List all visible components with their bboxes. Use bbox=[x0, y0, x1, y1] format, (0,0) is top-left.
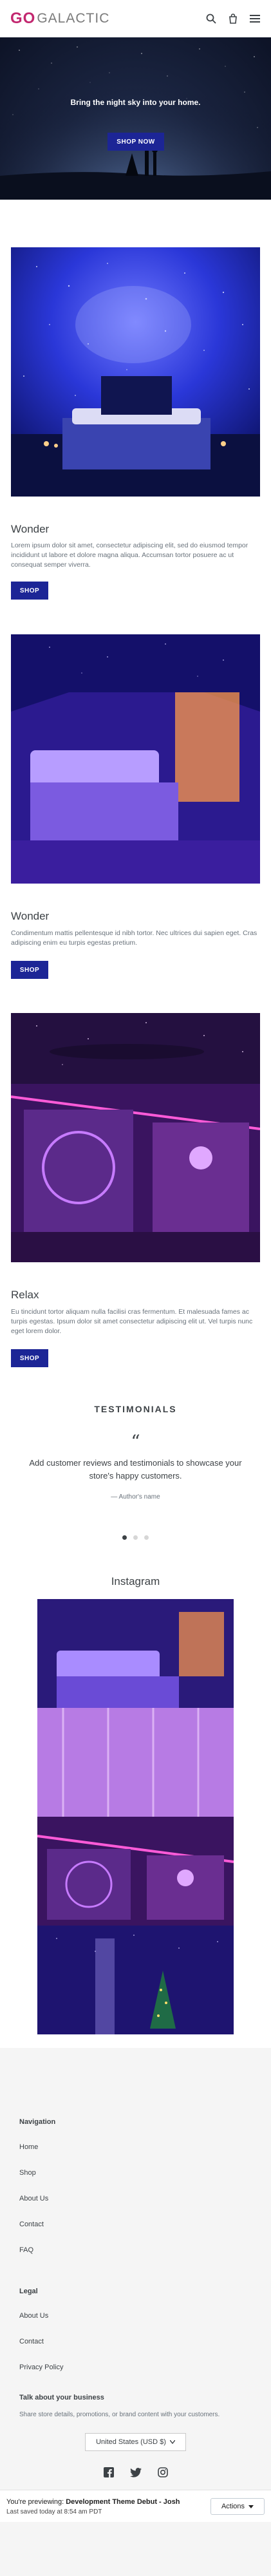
actions-label: Actions bbox=[221, 2503, 245, 2510]
theme-preview-bar: You're previewing: Development Theme Deb… bbox=[0, 2490, 271, 2522]
carousel-dots bbox=[0, 1535, 271, 1540]
preview-theme-name: Development Theme Debut - Josh bbox=[66, 2498, 180, 2506]
logo-suffix: GALACTIC bbox=[37, 11, 110, 26]
feature-image-bedroom-purple bbox=[11, 634, 260, 884]
shop-button[interactable]: SHOP bbox=[11, 1349, 48, 1367]
actions-button[interactable]: Actions bbox=[210, 2498, 265, 2515]
footer-link-contact[interactable]: Contact bbox=[19, 2338, 44, 2345]
hero-night-sky-image bbox=[0, 37, 271, 200]
footer-business-heading: Talk about your business bbox=[19, 2394, 104, 2401]
preview-prefix: You're previewing: bbox=[6, 2498, 64, 2506]
instagram-post-image[interactable] bbox=[37, 1926, 234, 2034]
currency-selector[interactable]: United States (USD $) bbox=[85, 2433, 186, 2451]
instagram-heading: Instagram bbox=[111, 1575, 160, 1587]
site-header: GO GALACTIC bbox=[0, 0, 271, 37]
footer-link-shop[interactable]: Shop bbox=[19, 2169, 36, 2177]
currency-label: United States (USD $) bbox=[96, 2438, 166, 2446]
footer-legal-heading: Legal bbox=[19, 2287, 38, 2295]
footer-link-privacy-policy[interactable]: Privacy Policy bbox=[19, 2363, 63, 2371]
feature-text: Lorem ipsum dolor sit amet, consectetur … bbox=[11, 542, 248, 569]
testimonial-author: — Author's name bbox=[111, 1493, 160, 1501]
hero-banner: Bring the night sky into your home. SHOP… bbox=[0, 37, 271, 200]
feature-image-tapestry-room bbox=[11, 1013, 260, 1262]
instagram-post-image[interactable] bbox=[37, 1708, 234, 1817]
facebook-icon[interactable] bbox=[103, 2467, 115, 2478]
caret-down-icon bbox=[248, 2503, 254, 2510]
testimonial-text: Add customer reviews and testimonials to… bbox=[29, 1458, 242, 1481]
header-icons bbox=[205, 13, 261, 24]
carousel-dot[interactable] bbox=[133, 1535, 138, 1540]
footer-link-about-us[interactable]: About Us bbox=[19, 2312, 48, 2320]
testimonials-heading: TESTIMONIALS bbox=[94, 1404, 177, 1414]
footer-link-contact[interactable]: Contact bbox=[19, 2221, 44, 2228]
instagram-icon[interactable] bbox=[157, 2467, 169, 2478]
preview-saved-time: Last saved today at 8:54 am PDT bbox=[6, 2508, 102, 2515]
footer-business-text: Share store details, promotions, or bran… bbox=[19, 2411, 220, 2418]
chevron-down-icon bbox=[169, 2438, 176, 2446]
logo-prefix: GO bbox=[10, 10, 36, 27]
footer-link-about-us[interactable]: About Us bbox=[19, 2195, 48, 2202]
feature-text: Condimentum mattis pellentesque id nibh … bbox=[11, 929, 257, 947]
footer-navigation-heading: Navigation bbox=[19, 2118, 56, 2126]
feature-image-bedroom-galaxy bbox=[11, 247, 260, 497]
search-icon[interactable] bbox=[205, 13, 217, 24]
footer-link-home[interactable]: Home bbox=[19, 2143, 38, 2151]
carousel-dot[interactable] bbox=[144, 1535, 149, 1540]
social-links bbox=[0, 2467, 271, 2478]
menu-icon[interactable] bbox=[249, 13, 261, 24]
cart-icon[interactable] bbox=[227, 13, 239, 24]
feature-text: Eu tincidunt tortor aliquam nulla facili… bbox=[11, 1308, 253, 1335]
shop-now-button[interactable]: SHOP NOW bbox=[107, 133, 164, 151]
shop-button[interactable]: SHOP bbox=[11, 961, 48, 979]
instagram-post-image[interactable] bbox=[37, 1817, 234, 1926]
carousel-dot[interactable] bbox=[122, 1535, 127, 1540]
logo[interactable]: GO GALACTIC bbox=[10, 10, 109, 28]
shop-button[interactable]: SHOP bbox=[11, 582, 48, 600]
footer-link-faq[interactable]: FAQ bbox=[19, 2246, 33, 2254]
quote-icon: “ bbox=[131, 1431, 140, 1452]
twitter-icon[interactable] bbox=[129, 2467, 142, 2478]
hero-tagline: Bring the night sky into your home. bbox=[70, 98, 201, 107]
preview-status: You're previewing: Development Theme Deb… bbox=[6, 2498, 180, 2506]
feature-title: Wonder bbox=[11, 910, 50, 922]
feature-title: Wonder bbox=[11, 523, 50, 535]
feature-title: Relax bbox=[11, 1289, 39, 1301]
instagram-post-image[interactable] bbox=[37, 1599, 234, 1708]
